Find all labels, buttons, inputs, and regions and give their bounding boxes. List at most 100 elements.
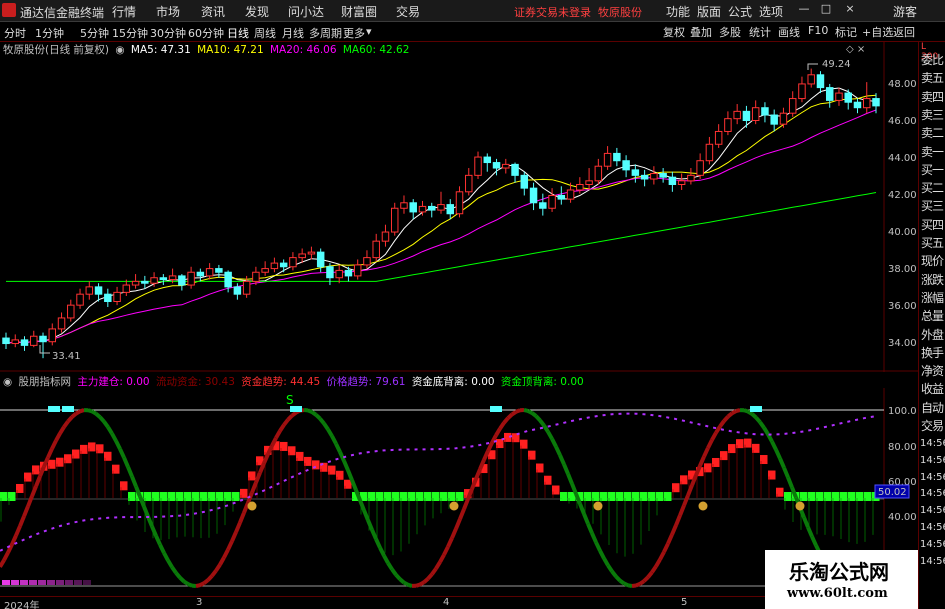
side-panel-item[interactable]: 买一 xyxy=(921,162,945,179)
money-wave-segment xyxy=(802,516,810,529)
menu-function[interactable]: 功能 xyxy=(666,3,690,20)
indicator-toggle-icon[interactable]: ◉ xyxy=(3,376,12,388)
period-tick[interactable]: 分时 xyxy=(4,25,26,41)
price-axis-label: 42.00 xyxy=(888,190,917,201)
money-wave-segment xyxy=(530,411,538,418)
side-panel-item[interactable]: 卖一 xyxy=(921,144,945,161)
side-panel-item[interactable]: 现价 xyxy=(921,253,945,270)
candle xyxy=(557,186,566,205)
multi-stock-button[interactable]: 多股 xyxy=(719,24,741,40)
candle xyxy=(2,332,10,350)
money-wave-segment xyxy=(538,419,546,427)
side-panel-item[interactable]: 卖四 xyxy=(921,89,945,106)
period-15min[interactable]: 15分钟 xyxy=(112,25,148,41)
menu-news[interactable]: 资讯 xyxy=(201,3,225,20)
side-panel-item[interactable]: 收益 xyxy=(921,381,945,398)
side-panel-item[interactable]: 买四 xyxy=(921,217,945,234)
period-multi[interactable]: 多周期 xyxy=(309,25,342,41)
menu-trade[interactable]: 交易 xyxy=(396,3,420,20)
side-panel-item[interactable]: 卖三 xyxy=(921,107,945,124)
money-wave-segment xyxy=(566,473,574,485)
f10-button[interactable]: F10 xyxy=(808,24,828,37)
money-wave-segment xyxy=(722,415,730,423)
side-panel-item[interactable]: 买五 xyxy=(921,235,945,252)
side-panel-item[interactable]: 换手 xyxy=(921,345,945,362)
candle xyxy=(844,89,852,110)
side-panel-item[interactable]: 净资 xyxy=(921,363,945,380)
money-wave-segment xyxy=(122,456,130,468)
close-icon[interactable]: × xyxy=(843,2,857,16)
maximize-icon[interactable]: □ xyxy=(819,2,833,16)
money-wave-segment xyxy=(374,538,382,549)
mark-button[interactable]: 标记 xyxy=(835,24,857,40)
menu-ask[interactable]: 问小达 xyxy=(288,3,324,20)
candle xyxy=(474,151,482,180)
candle xyxy=(705,136,714,165)
period-more[interactable]: 更多 xyxy=(343,25,365,41)
money-wave-segment xyxy=(786,476,794,489)
adjust-button[interactable]: 复权 xyxy=(663,24,685,40)
period-daily[interactable]: 日线 xyxy=(227,25,249,41)
bottom-flow-bar xyxy=(65,580,73,585)
side-panel-item[interactable]: 买二 xyxy=(921,180,945,197)
settings-icon[interactable]: ◇ × xyxy=(846,44,865,55)
menu-discover[interactable]: 发现 xyxy=(245,3,269,20)
minimize-icon[interactable]: — xyxy=(797,2,811,16)
top-divergence-label: 资金顶背离: 0.00 xyxy=(500,376,584,388)
bottom-divergence-label: 资金底背离: 0.00 xyxy=(411,376,495,388)
candle-body xyxy=(502,163,510,169)
side-panel-item[interactable]: 自动 xyxy=(921,400,945,417)
side-panel-item[interactable]: 委比 xyxy=(921,52,945,69)
side-panel-item[interactable]: 买三 xyxy=(921,198,945,215)
add-watchlist-button[interactable]: +自选 xyxy=(862,24,893,40)
side-panel-item[interactable]: 交易 xyxy=(921,418,945,435)
overlay-button[interactable]: 叠加 xyxy=(690,24,712,40)
menu-layout[interactable]: 版面 xyxy=(697,3,721,20)
period-monthly[interactable]: 月线 xyxy=(282,25,304,41)
side-panel-item[interactable]: 卖五 xyxy=(921,70,945,87)
side-panel-item[interactable]: 总量 xyxy=(921,308,945,325)
candle-body xyxy=(640,174,649,180)
period-weekly[interactable]: 周线 xyxy=(254,25,276,41)
guest-label[interactable]: 游客 xyxy=(893,3,917,20)
period-5min[interactable]: 5分钟 xyxy=(80,25,109,41)
period-1min[interactable]: 1分钟 xyxy=(35,25,64,41)
money-wave-segment xyxy=(426,572,434,581)
money-wave-segment xyxy=(606,564,614,573)
candle-body xyxy=(418,205,427,213)
login-notice[interactable]: 证券交易未登录 牧原股份 xyxy=(514,4,642,20)
side-panel-item[interactable]: 外盘 xyxy=(921,327,945,344)
money-wave-segment xyxy=(386,561,394,571)
side-panel-item[interactable]: 卖二 xyxy=(921,125,945,142)
candle-body xyxy=(353,264,362,277)
candle xyxy=(20,336,29,351)
candle xyxy=(539,193,547,216)
money-wave-segment xyxy=(230,531,238,543)
menu-wealth[interactable]: 财富圈 xyxy=(341,3,377,20)
candle xyxy=(668,171,677,192)
money-wave-segment xyxy=(743,408,749,414)
money-wave-segment xyxy=(686,484,694,497)
money-wave-segment xyxy=(118,448,126,459)
period-30min[interactable]: 30分钟 xyxy=(150,25,186,41)
money-wave-segment xyxy=(706,439,714,449)
flow-money-label: 流动资金: 30.43 xyxy=(155,376,235,388)
candlestick-chart[interactable]: 48.00 46.00 44.00 42.00 40.00 38.00 36.0… xyxy=(0,42,918,372)
statistics-button[interactable]: 统计 xyxy=(749,24,771,40)
side-panel-item[interactable]: 涨跌 xyxy=(921,272,945,289)
period-60min[interactable]: 60分钟 xyxy=(188,25,224,41)
menu-formula[interactable]: 公式 xyxy=(728,3,752,20)
menu-quotes[interactable]: 行情 xyxy=(112,3,136,20)
money-wave-segment xyxy=(635,582,641,588)
back-button[interactable]: 返回 xyxy=(893,24,915,40)
menu-market[interactable]: 市场 xyxy=(156,3,180,20)
candle xyxy=(779,107,788,128)
money-wave-segment xyxy=(30,485,38,497)
draw-line-button[interactable]: 画线 xyxy=(778,24,800,40)
more-dropdown-icon[interactable]: ▾ xyxy=(366,25,372,38)
candle-body xyxy=(141,280,149,284)
menu-options[interactable]: 选项 xyxy=(759,3,783,20)
date-tick: 3 xyxy=(196,597,203,608)
candle-body xyxy=(770,114,778,125)
side-panel-item[interactable]: 涨幅 xyxy=(921,290,945,307)
